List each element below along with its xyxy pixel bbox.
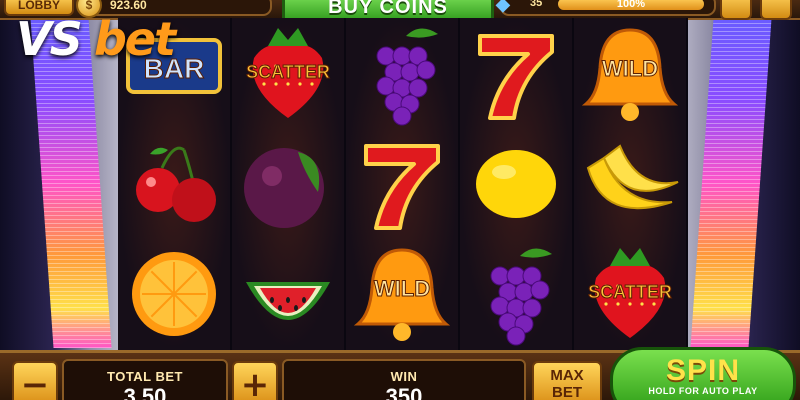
symbol-seven	[346, 128, 458, 238]
spin-button[interactable]: SPIN HOLD FOR AUTO PLAY	[610, 347, 796, 400]
scatter-text: SCATTER	[246, 62, 330, 82]
wild-text: WILD	[374, 276, 430, 301]
reel-5: WILD SCATTER	[574, 18, 688, 350]
bottom-control-bar: − TOTAL BET 3.50 + WIN 350 MAX BET SPIN …	[0, 347, 800, 400]
info-button[interactable]	[720, 0, 752, 20]
diamond-icon: ◆	[496, 0, 510, 14]
vsbet-logo: VS bet	[16, 12, 226, 72]
increase-bet-button[interactable]: +	[232, 361, 278, 400]
max-bet-label-line1: MAX	[550, 367, 584, 384]
level-number: 35	[530, 0, 543, 9]
total-bet-value: 3.50	[123, 384, 167, 400]
orange-icon	[132, 252, 216, 336]
watermelon-icon	[246, 282, 330, 320]
logo-bet-text: bet	[94, 12, 176, 66]
symbol-bell-wild: WILD	[346, 238, 458, 348]
symbol-grapes	[460, 238, 572, 348]
wild-text: WILD	[602, 56, 658, 81]
bell-wild-icon: WILD	[581, 28, 679, 121]
cherry-icon	[136, 146, 216, 222]
slot-machine-screen: LOBBY $ 923.60 BUY COINS ◆ 35 100% BAR SC…	[0, 0, 800, 400]
win-value: 350	[385, 384, 423, 400]
symbol-strawberry-scatter: SCATTER	[574, 238, 686, 348]
symbol-grapes	[346, 18, 458, 128]
level-display: ◆ 35 100%	[496, 0, 716, 16]
banana-icon	[586, 144, 679, 210]
seven-icon	[364, 144, 440, 230]
symbol-banana	[574, 128, 686, 238]
symbol-lemon	[460, 128, 572, 238]
spin-label: SPIN	[665, 354, 741, 387]
decrease-bet-button[interactable]: −	[12, 361, 58, 400]
win-label: WIN	[390, 369, 418, 384]
bell-wild-icon: WILD	[353, 248, 451, 341]
grapes-icon	[376, 28, 438, 126]
total-bet-label: TOTAL BET	[107, 369, 183, 384]
reel-3: WILD	[346, 18, 460, 350]
level-progress-bar: 100%	[558, 0, 704, 10]
max-bet-button[interactable]: MAX BET	[532, 361, 602, 400]
seven-icon	[478, 34, 554, 120]
scatter-text: SCATTER	[588, 282, 672, 302]
total-bet-panel: TOTAL BET 3.50	[62, 359, 228, 400]
symbol-cherry	[118, 128, 230, 238]
logo-vs-text: VS	[16, 12, 83, 66]
spin-sublabel: HOLD FOR AUTO PLAY	[648, 386, 758, 396]
symbol-plum	[232, 128, 344, 238]
max-bet-label-line2: BET	[552, 384, 582, 400]
level-progress-label: 100%	[616, 0, 646, 10]
symbol-bell-wild: WILD	[574, 18, 686, 128]
symbol-strawberry-scatter: SCATTER	[232, 18, 344, 128]
symbol-orange	[118, 238, 230, 348]
symbol-seven	[460, 18, 572, 128]
reel-2: SCATTER	[232, 18, 346, 350]
settings-button[interactable]	[760, 0, 792, 20]
plum-icon	[244, 148, 324, 228]
grapes-icon	[490, 248, 552, 346]
coin-balance-value: 923.60	[110, 0, 147, 12]
lemon-icon	[476, 150, 556, 218]
symbol-watermelon	[232, 238, 344, 348]
win-panel: WIN 350	[282, 359, 526, 400]
strawberry-scatter-icon: SCATTER	[246, 28, 330, 118]
strawberry-scatter-icon: SCATTER	[588, 248, 672, 338]
reel-4	[460, 18, 574, 350]
